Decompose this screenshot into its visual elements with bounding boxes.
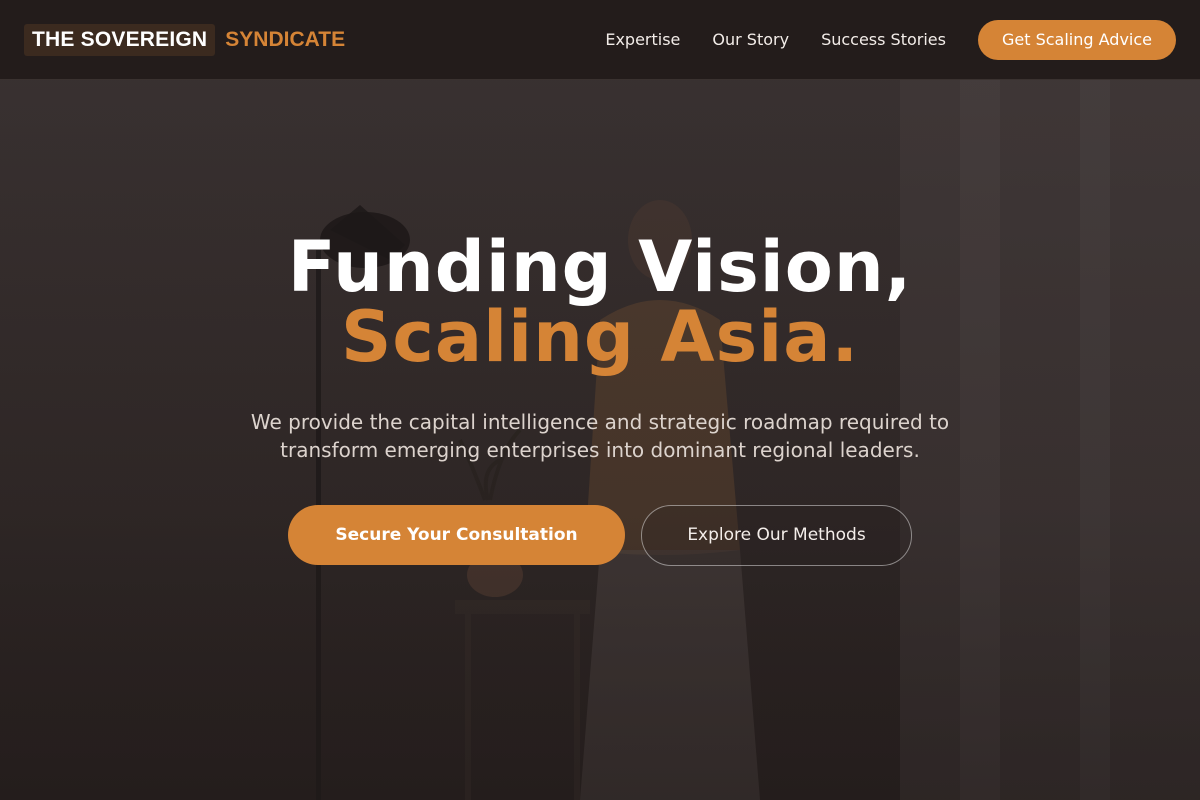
- brand-logo[interactable]: THE SOVEREIGN SYNDICATE: [24, 24, 345, 56]
- hero-title-line2: Scaling Asia.: [340, 296, 860, 378]
- nav-link-our-story[interactable]: Our Story: [712, 20, 789, 60]
- hero-section: Funding Vision, Scaling Asia. We provide…: [0, 232, 1200, 566]
- hero-actions: Secure Your Consultation Explore Our Met…: [0, 505, 1200, 566]
- nav-link-success-stories[interactable]: Success Stories: [821, 20, 946, 60]
- get-scaling-advice-button[interactable]: Get Scaling Advice: [977, 20, 1176, 60]
- site-header: THE SOVEREIGN SYNDICATE Expertise Our St…: [0, 0, 1200, 80]
- secure-consultation-button[interactable]: Secure Your Consultation: [288, 505, 625, 565]
- nav-link-expertise[interactable]: Expertise: [605, 20, 680, 60]
- explore-methods-button[interactable]: Explore Our Methods: [641, 505, 912, 566]
- brand-name-accent: SYNDICATE: [225, 28, 346, 51]
- hero-title: Funding Vision, Scaling Asia.: [0, 232, 1200, 372]
- landing-page: THE SOVEREIGN SYNDICATE Expertise Our St…: [0, 0, 1200, 800]
- main-nav: Expertise Our Story Success Stories Get …: [605, 20, 1176, 60]
- hero-subtitle: We provide the capital intelligence and …: [250, 410, 950, 462]
- brand-name-primary: THE SOVEREIGN: [24, 24, 216, 56]
